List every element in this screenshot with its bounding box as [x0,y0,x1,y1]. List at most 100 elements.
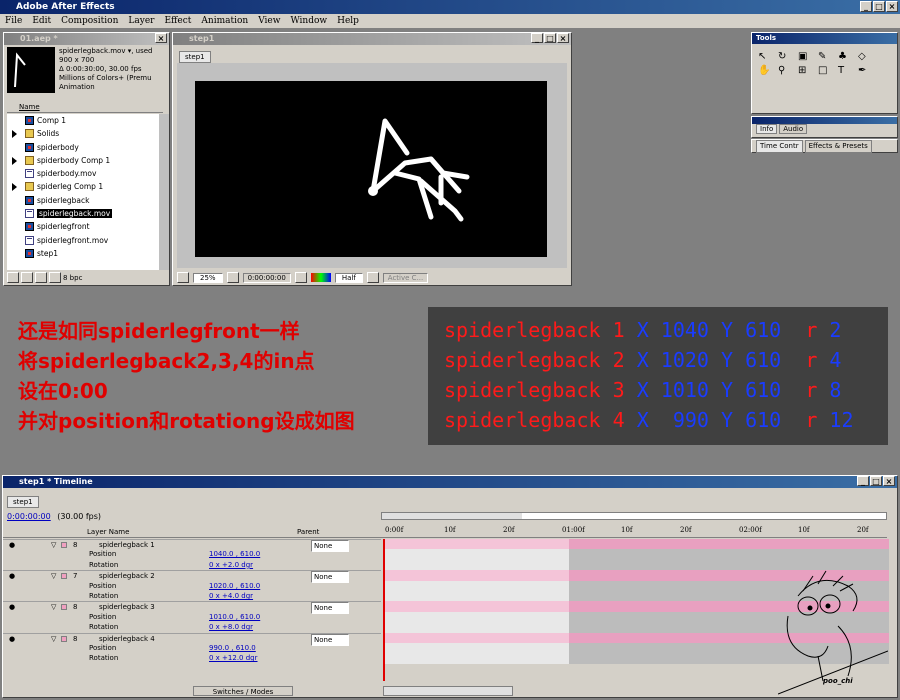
menu-help[interactable]: Help [337,14,359,28]
zoom-select[interactable]: 25% [193,272,223,283]
comp-maximize-button[interactable]: □ [544,33,556,43]
timeline-maximize-button[interactable]: □ [870,476,882,486]
pan-behind-tool-icon[interactable]: ⊞ [798,65,814,76]
expand-arrow-icon[interactable] [12,130,17,139]
project-item[interactable]: spiderlegback.mov [7,207,163,220]
timeline-property-row[interactable]: Position 990.0 , 610.0 [3,643,381,653]
work-area-bar[interactable] [381,512,887,520]
label-color-icon[interactable] [61,635,67,642]
bpc-label[interactable]: 8 bpc [63,274,82,282]
project-column-name[interactable]: Name [19,103,40,111]
pen-tool-icon[interactable]: ✒ [858,65,874,76]
label-color-icon[interactable] [61,573,67,580]
always-preview-button[interactable] [177,272,189,283]
selection-tool-icon[interactable]: ↖ [758,51,774,62]
rotation-value[interactable]: 0 x +2.0 dgr [209,560,253,570]
timeline-property-row[interactable]: Position 1010.0 , 610.0 [3,612,381,622]
new-folder-button[interactable] [21,272,33,283]
new-comp-button[interactable] [35,272,47,283]
rotation-value[interactable]: 0 x +4.0 dgr [209,591,253,601]
project-item[interactable]: spiderlegback [7,194,163,207]
timeline-layer-row[interactable]: ● ▽ 8 spiderlegback 4 None [3,632,381,646]
tab-effects-presets[interactable]: Effects & Presets [804,140,872,153]
parent-header[interactable]: Parent [297,527,319,538]
project-item[interactable]: spiderbody.mov [7,167,163,180]
comp-minimize-button[interactable]: _ [531,33,543,43]
position-value[interactable]: 1040.0 , 610.0 [209,549,260,559]
expand-arrow-icon[interactable] [12,156,17,165]
menu-composition[interactable]: Composition [61,14,118,28]
project-item[interactable]: Solids [7,127,163,140]
project-close-button[interactable]: × [155,33,167,43]
comp-close-button[interactable]: × [557,33,569,43]
timeline-property-row[interactable]: Rotation 0 x +8.0 dgr [3,622,381,632]
region-of-interest-button[interactable] [366,272,379,283]
project-item[interactable]: spiderlegfront.mov [7,234,163,247]
brush-tool-icon[interactable]: ✎ [818,51,834,62]
project-item[interactable]: spiderleg Comp 1 [7,180,163,193]
current-time-indicator[interactable] [383,539,385,681]
timeline-layer-row[interactable]: ● ▽ 8 spiderlegback 1 None [3,539,381,552]
timeline-layer-row[interactable]: ● ▽ 8 spiderlegback 3 None [3,601,381,615]
project-item[interactable]: step1 [7,247,163,260]
project-item[interactable]: spiderlegfront [7,220,163,233]
label-color-icon[interactable] [61,604,67,611]
tab-audio[interactable]: Audio [779,124,808,134]
project-scrollbar[interactable] [159,114,169,270]
rectangle-tool-icon[interactable]: □ [818,65,834,76]
menu-effect[interactable]: Effect [164,14,191,28]
timeline-minimize-button[interactable]: _ [857,476,869,486]
camera-tool-icon[interactable]: ▣ [798,51,814,62]
timeline-tab-label[interactable]: step1 [13,498,33,506]
position-value[interactable]: 990.0 , 610.0 [209,643,256,653]
timeline-property-row[interactable]: Rotation 0 x +2.0 dgr [3,560,381,570]
menu-window[interactable]: Window [290,14,327,28]
tab-info[interactable]: Info [756,124,778,134]
label-color-icon[interactable] [61,542,67,548]
timeline-property-row[interactable]: Rotation 0 x +12.0 dgr [3,653,381,663]
timeline-tab[interactable]: step1 [7,496,39,508]
project-item[interactable]: spiderbody Comp 1 [7,154,163,167]
position-value[interactable]: 1020.0 , 610.0 [209,581,260,591]
rotation-value[interactable]: 0 x +12.0 dgr [209,653,258,663]
rotation-tool-icon[interactable]: ↻ [778,51,794,62]
menu-view[interactable]: View [258,14,280,28]
work-area-range[interactable] [382,513,522,519]
clone-tool-icon[interactable]: ♣ [838,51,854,62]
tab-time-contr[interactable]: Time Contr [756,140,803,153]
safe-zones-button[interactable] [226,272,239,283]
layer-name-header[interactable]: Layer Name [87,527,129,538]
timeline-zoom-slider[interactable] [383,686,513,696]
camera-select[interactable]: Active C... [382,272,429,283]
channels-icon[interactable] [310,273,331,282]
flowchart-button[interactable] [7,272,19,283]
project-item[interactable]: spiderbody [7,141,163,154]
snapshot-button[interactable] [294,272,307,283]
comp-viewer[interactable] [177,63,567,268]
resolution-select[interactable]: Half [334,272,363,283]
switches-modes-toggle[interactable]: Switches / Modes [193,686,293,696]
minimize-button[interactable]: _ [860,1,872,12]
menu-edit[interactable]: Edit [32,14,51,28]
menu-layer[interactable]: Layer [128,14,154,28]
hand-tool-icon[interactable]: ✋ [758,65,774,76]
position-value[interactable]: 1010.0 , 610.0 [209,612,260,622]
switches-modes-label[interactable]: Switches / Modes [213,688,274,696]
comp-timecode[interactable]: 0:00:00:00 [242,272,291,283]
timeline-layer-row[interactable]: ● ▽ 7 spiderlegback 2 None [3,570,381,584]
expand-arrow-icon[interactable] [12,183,17,192]
timeline-timecode[interactable]: 0:00:00:00 [7,512,51,521]
text-tool-icon[interactable]: T [838,65,854,76]
property-track[interactable] [383,549,889,560]
project-item[interactable]: Comp 1 [7,114,163,127]
timeline-property-row[interactable]: Position 1020.0 , 610.0 [3,581,381,591]
comp-tab-label[interactable]: step1 [185,53,205,61]
menu-file[interactable]: File [5,14,22,28]
eraser-tool-icon[interactable]: ◇ [858,51,874,62]
layer-duration-bar[interactable] [383,539,889,550]
project-column-header[interactable]: Name [7,101,163,113]
maximize-button[interactable]: □ [873,1,885,12]
comp-tab[interactable]: step1 [179,51,211,63]
close-button[interactable]: × [886,1,898,12]
timeline-close-button[interactable]: × [883,476,895,486]
